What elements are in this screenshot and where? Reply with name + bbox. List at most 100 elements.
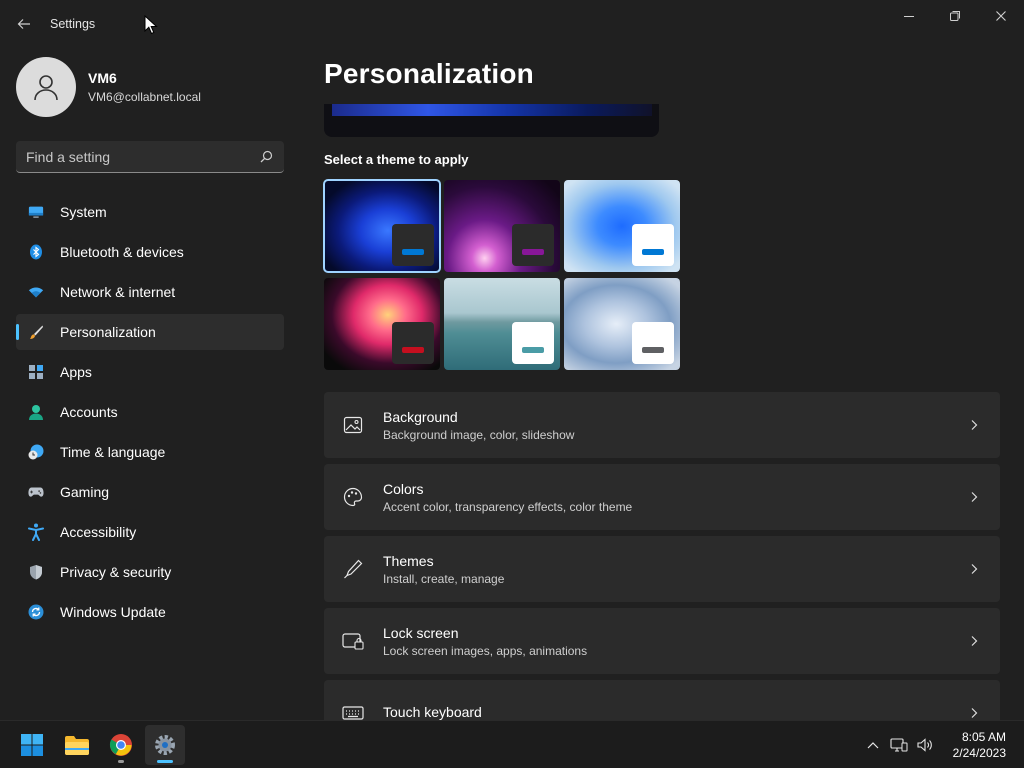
keyboard-icon [342,702,364,720]
search-input[interactable]: Find a setting [16,141,284,173]
sidebar-nav: System Bluetooth & devices Network & int… [16,194,284,634]
card-title: Colors [383,480,424,497]
themes-heading: Select a theme to apply [324,152,469,167]
theme-glow[interactable] [444,180,560,272]
theme-swatch [392,224,434,266]
system-tray [860,721,938,768]
sidebar-item-system[interactable]: System [16,194,284,230]
sidebar-item-network[interactable]: Network & internet [16,274,284,310]
sidebar-item-bluetooth[interactable]: Bluetooth & devices [16,234,284,270]
accent-swatch [522,249,544,255]
accent-swatch [642,347,664,353]
theme-gallery [323,179,680,370]
card-subtitle: Accent color, transparency effects, colo… [383,499,633,514]
card-title: Themes [383,552,434,569]
settings-gear-icon [155,735,175,755]
user-profile[interactable]: VM6 VM6@collabnet.local [16,57,201,117]
page-title: Personalization [324,58,534,89]
clock-time: 8:05 AM [961,730,1006,744]
theme-windows-dark[interactable] [323,179,441,273]
settings-taskbar-button[interactable] [145,725,185,765]
theme-captured-motion[interactable] [324,278,440,370]
touch-keyboard-card[interactable]: Touch keyboard [324,680,1000,720]
network-tray-button[interactable] [886,732,912,758]
chevron-right-icon [966,705,982,720]
bluetooth-icon [28,244,44,260]
sidebar-item-windows-update[interactable]: Windows Update [16,594,284,630]
network-monitor-icon [890,738,908,752]
profile-email: VM6@collabnet.local [88,90,201,104]
card-title: Background [383,408,458,425]
file-explorer-button[interactable] [57,725,97,765]
search-icon[interactable] [258,149,274,165]
card-title: Touch keyboard [383,703,482,720]
running-indicator [118,760,124,763]
close-icon [996,11,1006,21]
sidebar-item-accessibility[interactable]: Accessibility [16,514,284,550]
chevron-right-icon [966,489,982,505]
background-card[interactable]: Background Background image, color, slid… [324,392,1000,458]
sidebar-item-privacy[interactable]: Privacy & security [16,554,284,590]
minimize-icon [904,16,914,17]
minimize-button[interactable] [886,0,932,32]
sidebar-item-apps[interactable]: Apps [16,354,284,390]
accent-swatch [642,249,664,255]
accent-swatch [522,347,544,353]
back-arrow-icon [17,19,30,29]
clock-globe-icon [28,444,44,460]
accessibility-icon [28,523,44,541]
volume-button[interactable] [912,732,938,758]
accent-swatch [402,249,424,255]
theme-flow[interactable] [564,278,680,370]
chevron-up-icon [867,742,879,749]
card-subtitle: Background image, color, slideshow [383,427,575,442]
lock-screen-card[interactable]: Lock screen Lock screen images, apps, an… [324,608,1000,674]
file-explorer-icon [65,736,89,755]
sidebar-item-personalization[interactable]: Personalization [16,314,284,350]
mouse-cursor-icon [144,15,158,35]
image-icon [342,414,364,436]
sidebar-item-gaming[interactable]: Gaming [16,474,284,510]
profile-name: VM6 [88,70,117,86]
taskbar: 8:05 AM 2/24/2023 [0,720,1024,768]
back-button[interactable] [10,10,38,38]
card-title: Lock screen [383,624,459,641]
chevron-right-icon [966,417,982,433]
settings-cards: Background Background image, color, slid… [324,392,1000,720]
colors-card[interactable]: Colors Accent color, transparency effect… [324,464,1000,530]
person-avatar-icon [34,75,58,101]
palette-icon [342,486,364,508]
active-indicator [157,760,173,763]
card-subtitle: Install, create, manage [383,571,505,586]
chevron-right-icon [966,561,982,577]
preview-wallpaper [332,104,652,116]
avatar [16,57,76,117]
clock[interactable]: 8:05 AM 2/24/2023 [953,729,1006,761]
restore-icon [950,11,960,21]
wifi-icon [28,284,44,300]
start-icon [21,734,43,756]
theme-swatch [392,322,434,364]
window-controls [886,0,1024,32]
app-title: Settings [50,17,96,31]
chrome-button[interactable] [101,725,141,765]
theme-sunrise[interactable] [444,278,560,370]
pen-icon [342,558,364,580]
chevron-right-icon [966,633,982,649]
start-button[interactable] [12,725,52,765]
close-button[interactable] [978,0,1024,32]
restore-button[interactable] [932,0,978,32]
gamepad-icon [28,484,44,500]
theme-windows-light[interactable] [564,180,680,272]
monitor-icon [28,204,44,220]
sidebar-item-accounts[interactable]: Accounts [16,394,284,430]
apps-icon [28,364,44,380]
person-icon [28,404,44,420]
sidebar-item-time-language[interactable]: Time & language [16,434,284,470]
themes-card[interactable]: Themes Install, create, manage [324,536,1000,602]
speaker-icon [917,738,932,752]
show-hidden-icons-button[interactable] [860,732,886,758]
theme-swatch [512,322,554,364]
clock-date: 2/24/2023 [952,746,1006,760]
shield-icon [28,564,44,580]
